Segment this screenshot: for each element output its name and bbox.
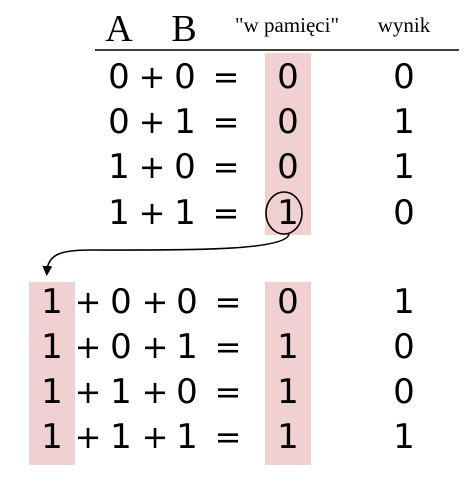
carry-value: 1 xyxy=(41,327,63,367)
result-value: 0 xyxy=(393,327,415,367)
carry-arrow xyxy=(42,233,290,276)
memory-value: 0 xyxy=(277,147,299,187)
plus-sign: + xyxy=(139,58,166,96)
result-value: 0 xyxy=(393,372,415,412)
memory-value: 0 xyxy=(277,102,299,142)
table-row: 1 + 1 + 0 = 1 0 xyxy=(41,372,415,412)
diagram-canvas: A B "w pamięci" wynik 0 + 0 = 0 0 0 + 1 … xyxy=(29,8,459,465)
operand-a: 1 xyxy=(108,193,130,233)
carry-value: 1 xyxy=(41,417,63,457)
binary-addition-diagram: A B "w pamięci" wynik 0 + 0 = 0 0 0 + 1 … xyxy=(0,0,471,481)
equals-sign: = xyxy=(215,373,242,411)
memory-value: 1 xyxy=(277,417,299,457)
table-row: 0 + 1 = 0 1 xyxy=(108,102,415,142)
plus-sign: + xyxy=(142,418,169,456)
memory-value: 1 xyxy=(277,372,299,412)
carry-value: 1 xyxy=(41,282,63,322)
operand-b: 0 xyxy=(176,372,198,412)
result-value: 1 xyxy=(393,147,415,187)
result-value: 1 xyxy=(393,417,415,457)
memory-value: 1 xyxy=(277,327,299,367)
equals-sign: = xyxy=(215,283,242,321)
equals-sign: = xyxy=(213,103,240,141)
operand-b: 1 xyxy=(176,327,198,367)
plus-sign: + xyxy=(75,418,102,456)
equals-sign: = xyxy=(213,148,240,186)
operand-a: 0 xyxy=(108,57,130,97)
result-value: 0 xyxy=(393,193,415,233)
equals-sign: = xyxy=(213,58,240,96)
table-row: 1 + 0 + 0 = 0 1 xyxy=(41,282,415,322)
operand-a: 0 xyxy=(110,327,132,367)
operand-a: 1 xyxy=(108,147,130,187)
plus-sign: + xyxy=(139,103,166,141)
operand-b: 1 xyxy=(176,417,198,457)
top-table: 0 + 0 = 0 0 0 + 1 = 0 1 1 + 0 = 0 1 1 + … xyxy=(108,57,415,233)
operand-b: 0 xyxy=(174,57,196,97)
table-row: 1 + 0 + 1 = 1 0 xyxy=(41,327,415,367)
operand-b: 0 xyxy=(176,282,198,322)
plus-sign: + xyxy=(75,328,102,366)
memory-value: 0 xyxy=(277,282,299,322)
plus-sign: + xyxy=(75,283,102,321)
plus-sign: + xyxy=(142,373,169,411)
plus-sign: + xyxy=(139,194,166,232)
operand-b: 1 xyxy=(174,193,196,233)
header-b: B xyxy=(171,8,196,50)
operand-a: 1 xyxy=(110,417,132,457)
equals-sign: = xyxy=(215,418,242,456)
plus-sign: + xyxy=(142,283,169,321)
operand-a: 0 xyxy=(108,102,130,142)
table-row: 1 + 1 + 1 = 1 1 xyxy=(41,417,415,457)
table-row: 1 + 0 = 0 1 xyxy=(108,147,415,187)
bottom-table: 1 + 0 + 0 = 0 1 1 + 0 + 1 = 1 0 1 + 1 + … xyxy=(41,282,415,457)
plus-sign: + xyxy=(139,148,166,186)
table-row: 1 + 1 = 1 0 xyxy=(108,193,415,233)
operand-a: 0 xyxy=(110,282,132,322)
operand-b: 1 xyxy=(174,102,196,142)
carry-value: 1 xyxy=(41,372,63,412)
equals-sign: = xyxy=(213,194,240,232)
header-memory: "w pamięci" xyxy=(235,13,339,37)
result-value: 0 xyxy=(393,57,415,97)
header-a: A xyxy=(105,8,133,50)
plus-sign: + xyxy=(142,328,169,366)
equals-sign: = xyxy=(215,328,242,366)
memory-value: 1 xyxy=(277,193,299,233)
table-row: 0 + 0 = 0 0 xyxy=(108,57,415,97)
memory-value: 0 xyxy=(277,57,299,97)
header-result: wynik xyxy=(378,13,431,37)
plus-sign: + xyxy=(75,373,102,411)
result-value: 1 xyxy=(393,102,415,142)
operand-a: 1 xyxy=(110,372,132,412)
result-value: 1 xyxy=(393,282,415,322)
operand-b: 0 xyxy=(174,147,196,187)
